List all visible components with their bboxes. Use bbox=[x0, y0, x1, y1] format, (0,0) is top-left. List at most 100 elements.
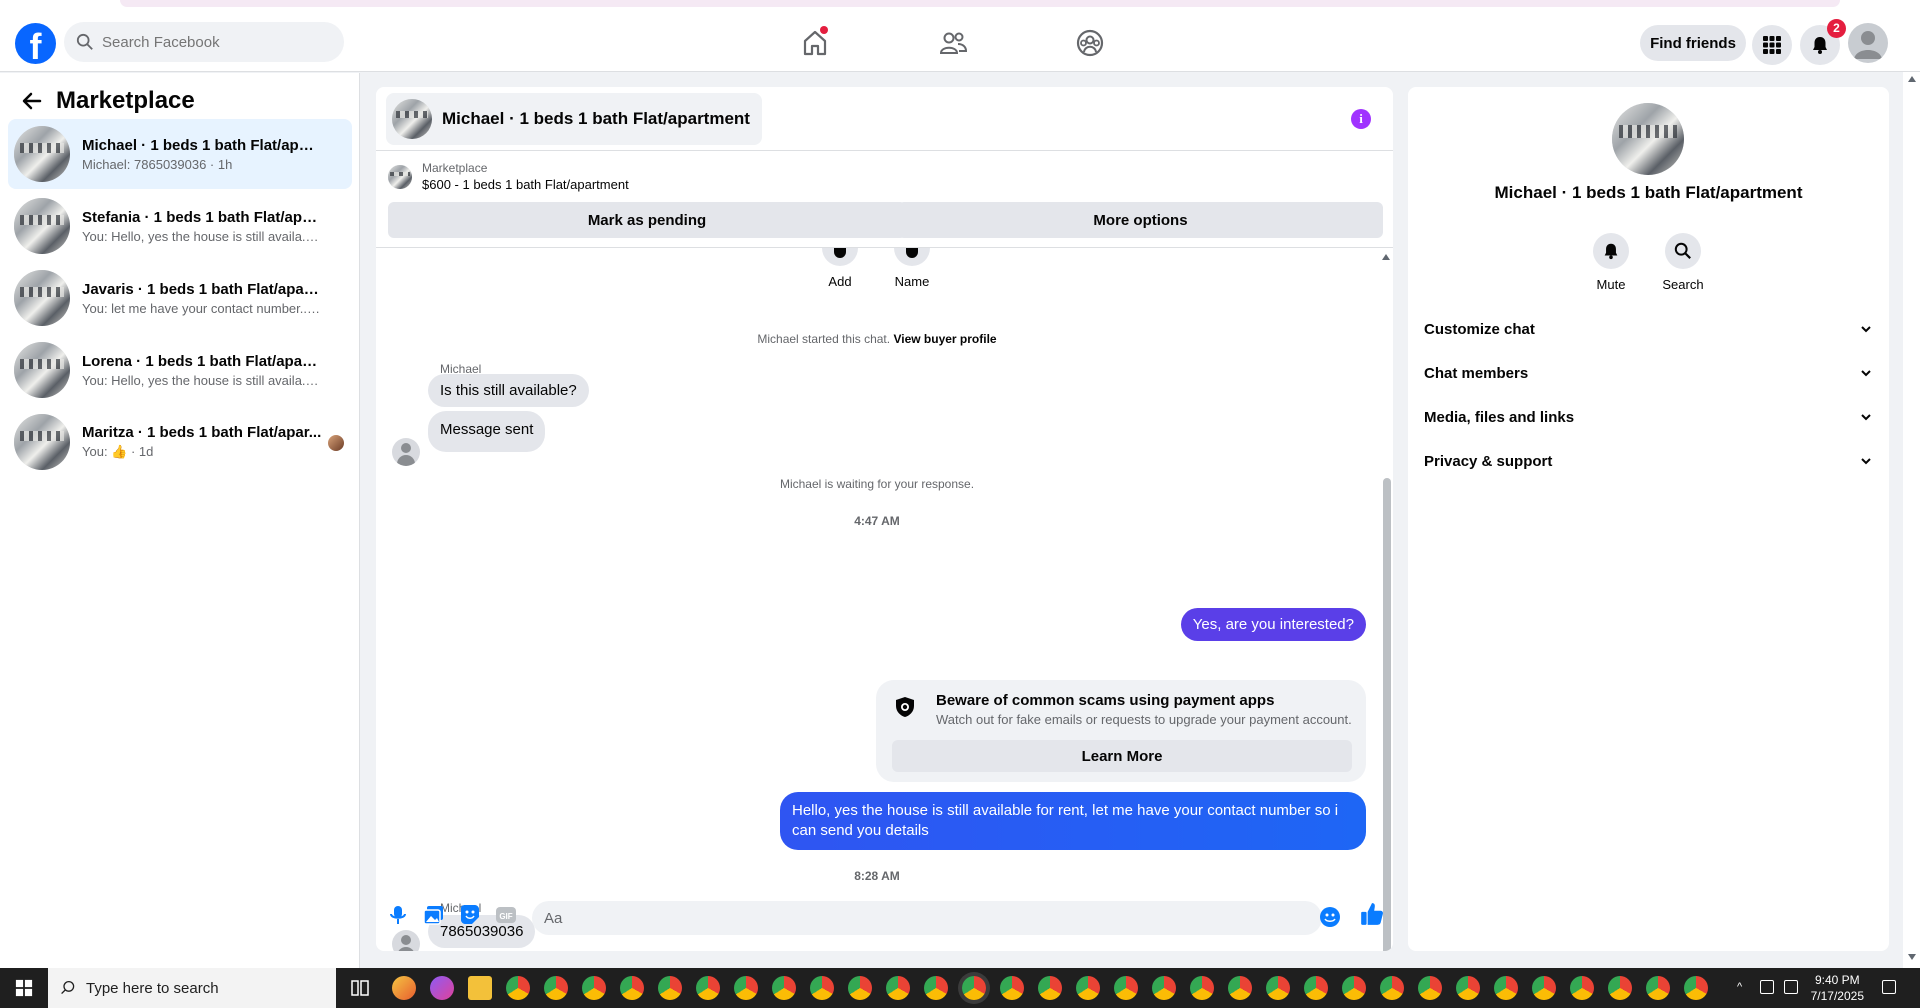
chrome-profile-icon[interactable] bbox=[696, 976, 720, 1000]
chrome-profile-icon[interactable] bbox=[886, 976, 910, 1000]
media-files-links-section[interactable]: Media, files and links bbox=[1424, 395, 1872, 439]
scroll-down-arrow[interactable] bbox=[1908, 954, 1916, 960]
gif-icon[interactable]: GIF bbox=[494, 903, 518, 927]
chrome-profile-icon[interactable] bbox=[1266, 976, 1290, 1000]
home-icon[interactable] bbox=[800, 26, 830, 58]
conversation-item-michael[interactable]: Michael · 1 beds 1 bath Flat/apart... Mi… bbox=[8, 119, 352, 189]
notification-center-icon[interactable] bbox=[1882, 980, 1896, 994]
friends-icon[interactable] bbox=[938, 28, 968, 58]
chrome-profile-icon[interactable] bbox=[1114, 976, 1138, 1000]
timestamp: 8:28 AM bbox=[854, 869, 900, 883]
file-explorer-icon[interactable] bbox=[468, 976, 492, 1000]
taskbar-clock[interactable]: 9:40 PM 7/17/2025 bbox=[1811, 972, 1864, 1004]
chrome-profile-icon[interactable] bbox=[734, 976, 758, 1000]
name-action[interactable]: Name bbox=[882, 248, 942, 289]
app-icon[interactable] bbox=[392, 976, 416, 1000]
search-icon bbox=[1665, 233, 1701, 269]
chrome-profile-icon[interactable] bbox=[772, 976, 796, 1000]
chrome-profile-icon[interactable] bbox=[1570, 976, 1594, 1000]
chrome-profile-icon[interactable] bbox=[1456, 976, 1480, 1000]
sidebar-title: Marketplace bbox=[56, 87, 195, 114]
chrome-profile-icon[interactable] bbox=[1418, 976, 1442, 1000]
chrome-profile-icon[interactable] bbox=[544, 976, 568, 1000]
groups-icon[interactable] bbox=[1075, 28, 1105, 58]
chrome-profile-icon[interactable] bbox=[1684, 976, 1708, 1000]
chrome-profile-icon[interactable] bbox=[1152, 976, 1176, 1000]
learn-more-button[interactable]: Learn More bbox=[892, 740, 1352, 772]
more-options-button[interactable]: More options bbox=[898, 202, 1383, 238]
search-input[interactable] bbox=[102, 33, 322, 51]
scroll-up-arrow[interactable] bbox=[1382, 254, 1390, 260]
chrome-profile-icon[interactable] bbox=[1608, 976, 1632, 1000]
warning-subtitle: Watch out for fake emails or requests to… bbox=[936, 712, 1352, 727]
microphone-icon[interactable] bbox=[386, 903, 410, 927]
copilot-icon[interactable] bbox=[430, 976, 454, 1000]
conversation-sidebar: Marketplace Michael · 1 beds 1 bath Flat… bbox=[0, 73, 360, 968]
conversation-item-stefania[interactable]: Stefania · 1 beds 1 bath Flat/apart... Y… bbox=[8, 191, 352, 261]
network-icon[interactable] bbox=[1784, 980, 1798, 994]
sticker-icon[interactable] bbox=[458, 903, 482, 927]
taskbar-search-input[interactable] bbox=[86, 979, 316, 997]
chrome-profile-icon-active[interactable] bbox=[962, 976, 986, 1000]
conversation-item-maritza[interactable]: Maritza · 1 beds 1 bath Flat/apar... You… bbox=[8, 407, 352, 477]
search-action[interactable]: Search bbox=[1653, 233, 1713, 292]
chrome-profile-icon[interactable] bbox=[1380, 976, 1404, 1000]
chrome-profile-icon[interactable] bbox=[1532, 976, 1556, 1000]
message-input[interactable] bbox=[532, 901, 1322, 935]
conversation-preview: You: Hello, yes the house is still avail… bbox=[82, 372, 322, 388]
chrome-profile-icon[interactable] bbox=[620, 976, 644, 1000]
message-thread[interactable]: Add Name Michael started this chat. View… bbox=[376, 248, 1378, 951]
scroll-up-arrow[interactable] bbox=[1908, 76, 1916, 82]
tray-device-icon[interactable] bbox=[1760, 980, 1774, 994]
view-buyer-profile-link[interactable]: View buyer profile bbox=[893, 332, 996, 346]
chrome-profile-icon[interactable] bbox=[1076, 976, 1100, 1000]
chrome-profile-icon[interactable] bbox=[848, 976, 872, 1000]
chrome-profile-icon[interactable] bbox=[1494, 976, 1518, 1000]
back-arrow-icon[interactable] bbox=[20, 89, 44, 113]
find-friends-button[interactable]: Find friends bbox=[1640, 25, 1746, 61]
conversation-preview: You: 👍 · 1d bbox=[82, 444, 154, 459]
chrome-profile-icon[interactable] bbox=[1190, 976, 1214, 1000]
thumbs-up-icon[interactable] bbox=[1359, 901, 1385, 927]
chrome-profile-icon[interactable] bbox=[1646, 976, 1670, 1000]
tray-expand-chevron-icon[interactable]: ^ bbox=[1737, 980, 1751, 994]
chat-members-section[interactable]: Chat members bbox=[1424, 351, 1872, 395]
privacy-support-section[interactable]: Privacy & support bbox=[1424, 439, 1872, 483]
chrome-profile-icon[interactable] bbox=[1228, 976, 1252, 1000]
warning-title: Beware of common scams using payment app… bbox=[936, 692, 1275, 709]
info-icon[interactable]: i bbox=[1351, 109, 1371, 129]
windows-start-icon[interactable] bbox=[0, 968, 48, 1008]
task-view-icon[interactable] bbox=[348, 976, 372, 1000]
chrome-profile-icon[interactable] bbox=[810, 976, 834, 1000]
chrome-profile-icon[interactable] bbox=[582, 976, 606, 1000]
taskbar-search[interactable] bbox=[48, 968, 336, 1008]
chrome-profile-icon[interactable] bbox=[1038, 976, 1062, 1000]
chrome-icon[interactable] bbox=[506, 976, 530, 1000]
scroll-thumb[interactable] bbox=[1383, 478, 1391, 951]
conversation-item-lorena[interactable]: Lorena · 1 beds 1 bath Flat/apartm... Yo… bbox=[8, 335, 352, 405]
chrome-profile-icon[interactable] bbox=[1304, 976, 1328, 1000]
listing-summary[interactable]: Marketplace $600 - 1 beds 1 bath Flat/ap… bbox=[388, 161, 629, 192]
mute-action[interactable]: Mute bbox=[1581, 233, 1641, 292]
section-label: Customize chat bbox=[1424, 320, 1535, 338]
conversation-item-javaris[interactable]: Javaris · 1 beds 1 bath Flat/apartm... Y… bbox=[8, 263, 352, 333]
notifications-bell-icon[interactable]: 2 bbox=[1800, 19, 1846, 65]
mark-as-pending-button[interactable]: Mark as pending bbox=[388, 202, 906, 238]
timestamp: 4:47 AM bbox=[854, 514, 900, 528]
customize-chat-section[interactable]: Customize chat bbox=[1424, 307, 1872, 351]
menu-grid-icon[interactable] bbox=[1752, 25, 1792, 65]
emoji-icon[interactable] bbox=[1320, 907, 1340, 927]
chat-title-button[interactable]: Michael · 1 beds 1 bath Flat/apartment bbox=[386, 93, 762, 145]
search-icon bbox=[76, 33, 93, 50]
photo-icon[interactable] bbox=[422, 903, 446, 927]
page-scrollbar[interactable] bbox=[1903, 72, 1920, 968]
profile-avatar[interactable] bbox=[1848, 23, 1888, 63]
chrome-profile-icon[interactable] bbox=[1000, 976, 1024, 1000]
chat-scrollbar[interactable] bbox=[1378, 248, 1393, 951]
add-action[interactable]: Add bbox=[810, 248, 870, 289]
chrome-profile-icon[interactable] bbox=[924, 976, 948, 1000]
chrome-profile-icon[interactable] bbox=[1342, 976, 1366, 1000]
facebook-logo[interactable]: f bbox=[15, 23, 56, 64]
chrome-profile-icon[interactable] bbox=[658, 976, 682, 1000]
search-box[interactable] bbox=[64, 22, 344, 62]
